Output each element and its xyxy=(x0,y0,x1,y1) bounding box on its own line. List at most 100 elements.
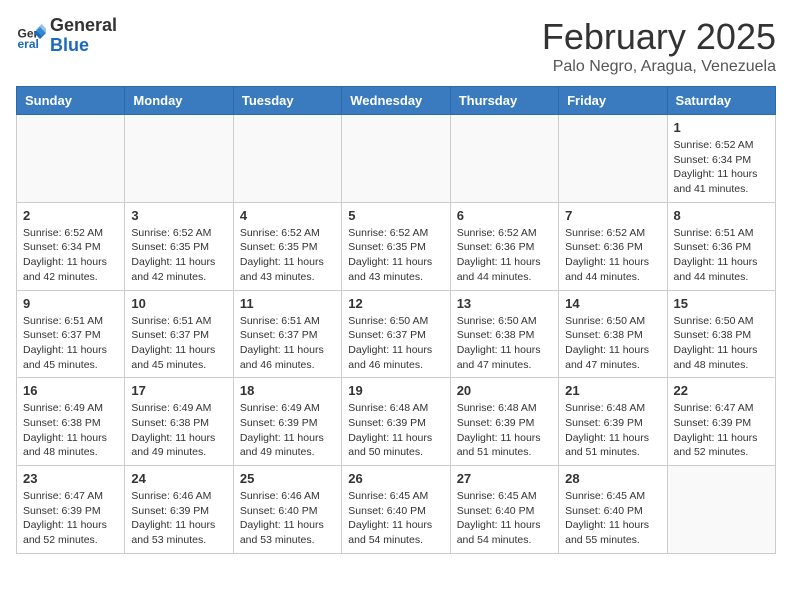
calendar-table: SundayMondayTuesdayWednesdayThursdayFrid… xyxy=(16,86,776,554)
calendar-cell: 10 Sunrise: 6:51 AM Sunset: 6:37 PM Dayli… xyxy=(125,290,233,378)
calendar-cell: 20 Sunrise: 6:48 AM Sunset: 6:39 PM Dayli… xyxy=(450,378,558,466)
calendar-cell: 23 Sunrise: 6:47 AM Sunset: 6:39 PM Dayli… xyxy=(17,466,125,554)
calendar-cell xyxy=(450,115,558,203)
calendar-cell: 12 Sunrise: 6:50 AM Sunset: 6:37 PM Dayli… xyxy=(342,290,450,378)
day-info: Sunrise: 6:46 AM Sunset: 6:39 PM Dayligh… xyxy=(131,489,226,548)
calendar-cell: 25 Sunrise: 6:46 AM Sunset: 6:40 PM Dayli… xyxy=(233,466,341,554)
day-number: 19 xyxy=(348,383,443,398)
day-info: Sunrise: 6:51 AM Sunset: 6:36 PM Dayligh… xyxy=(674,226,769,285)
logo-general-text: General xyxy=(50,16,117,36)
calendar-cell: 24 Sunrise: 6:46 AM Sunset: 6:39 PM Dayli… xyxy=(125,466,233,554)
calendar-cell: 17 Sunrise: 6:49 AM Sunset: 6:38 PM Dayli… xyxy=(125,378,233,466)
day-info: Sunrise: 6:50 AM Sunset: 6:37 PM Dayligh… xyxy=(348,314,443,373)
day-info: Sunrise: 6:52 AM Sunset: 6:36 PM Dayligh… xyxy=(565,226,660,285)
svg-text:eral: eral xyxy=(18,37,39,51)
week-row-2: 2 Sunrise: 6:52 AM Sunset: 6:34 PM Daylig… xyxy=(17,202,776,290)
day-info: Sunrise: 6:51 AM Sunset: 6:37 PM Dayligh… xyxy=(23,314,118,373)
day-info: Sunrise: 6:47 AM Sunset: 6:39 PM Dayligh… xyxy=(674,401,769,460)
calendar-cell: 1Sunrise: 6:52 AM Sunset: 6:34 PM Daylig… xyxy=(667,115,775,203)
calendar-cell: 2 Sunrise: 6:52 AM Sunset: 6:34 PM Daylig… xyxy=(17,202,125,290)
day-info: Sunrise: 6:52 AM Sunset: 6:34 PM Dayligh… xyxy=(23,226,118,285)
calendar-cell: 4Sunrise: 6:52 AM Sunset: 6:35 PM Daylig… xyxy=(233,202,341,290)
weekday-header-saturday: Saturday xyxy=(667,87,775,115)
calendar-cell: 26 Sunrise: 6:45 AM Sunset: 6:40 PM Dayli… xyxy=(342,466,450,554)
calendar-cell xyxy=(342,115,450,203)
day-info: Sunrise: 6:48 AM Sunset: 6:39 PM Dayligh… xyxy=(457,401,552,460)
day-number: 5 xyxy=(348,208,443,223)
day-number: 12 xyxy=(348,296,443,311)
weekday-header-wednesday: Wednesday xyxy=(342,87,450,115)
day-number: 8 xyxy=(674,208,769,223)
calendar-cell: 7 Sunrise: 6:52 AM Sunset: 6:36 PM Daylig… xyxy=(559,202,667,290)
calendar-cell: 3 Sunrise: 6:52 AM Sunset: 6:35 PM Daylig… xyxy=(125,202,233,290)
page-header: Gen eral General Blue February 2025 Palo… xyxy=(16,16,776,76)
day-number: 24 xyxy=(131,471,226,486)
day-info: Sunrise: 6:49 AM Sunset: 6:38 PM Dayligh… xyxy=(23,401,118,460)
month-title: February 2025 xyxy=(542,16,776,58)
weekday-header-tuesday: Tuesday xyxy=(233,87,341,115)
day-info: Sunrise: 6:51 AM Sunset: 6:37 PM Dayligh… xyxy=(131,314,226,373)
day-info: Sunrise: 6:48 AM Sunset: 6:39 PM Dayligh… xyxy=(348,401,443,460)
day-info: Sunrise: 6:52 AM Sunset: 6:34 PM Dayligh… xyxy=(674,138,769,197)
weekday-header-sunday: Sunday xyxy=(17,87,125,115)
calendar-cell: 21 Sunrise: 6:48 AM Sunset: 6:39 PM Dayli… xyxy=(559,378,667,466)
logo-icon: Gen eral xyxy=(16,21,46,51)
weekday-header-monday: Monday xyxy=(125,87,233,115)
day-info: Sunrise: 6:52 AM Sunset: 6:36 PM Dayligh… xyxy=(457,226,552,285)
day-number: 23 xyxy=(23,471,118,486)
day-number: 3 xyxy=(131,208,226,223)
day-info: Sunrise: 6:48 AM Sunset: 6:39 PM Dayligh… xyxy=(565,401,660,460)
day-number: 14 xyxy=(565,296,660,311)
day-number: 22 xyxy=(674,383,769,398)
calendar-cell: 28Sunrise: 6:45 AM Sunset: 6:40 PM Dayli… xyxy=(559,466,667,554)
day-number: 17 xyxy=(131,383,226,398)
calendar-cell: 14Sunrise: 6:50 AM Sunset: 6:38 PM Dayli… xyxy=(559,290,667,378)
calendar-cell: 16 Sunrise: 6:49 AM Sunset: 6:38 PM Dayli… xyxy=(17,378,125,466)
day-info: Sunrise: 6:50 AM Sunset: 6:38 PM Dayligh… xyxy=(457,314,552,373)
day-number: 16 xyxy=(23,383,118,398)
week-row-1: 1Sunrise: 6:52 AM Sunset: 6:34 PM Daylig… xyxy=(17,115,776,203)
calendar-cell xyxy=(667,466,775,554)
day-number: 2 xyxy=(23,208,118,223)
day-number: 21 xyxy=(565,383,660,398)
day-number: 28 xyxy=(565,471,660,486)
day-number: 18 xyxy=(240,383,335,398)
day-info: Sunrise: 6:45 AM Sunset: 6:40 PM Dayligh… xyxy=(348,489,443,548)
calendar-cell xyxy=(233,115,341,203)
weekday-header-thursday: Thursday xyxy=(450,87,558,115)
calendar-cell: 11Sunrise: 6:51 AM Sunset: 6:37 PM Dayli… xyxy=(233,290,341,378)
day-number: 11 xyxy=(240,296,335,311)
calendar-cell: 15 Sunrise: 6:50 AM Sunset: 6:38 PM Dayli… xyxy=(667,290,775,378)
weekday-header-row: SundayMondayTuesdayWednesdayThursdayFrid… xyxy=(17,87,776,115)
day-number: 25 xyxy=(240,471,335,486)
calendar-cell xyxy=(125,115,233,203)
calendar-cell: 22 Sunrise: 6:47 AM Sunset: 6:39 PM Dayli… xyxy=(667,378,775,466)
calendar-cell xyxy=(17,115,125,203)
location-title: Palo Negro, Aragua, Venezuela xyxy=(542,58,776,76)
day-number: 6 xyxy=(457,208,552,223)
day-info: Sunrise: 6:50 AM Sunset: 6:38 PM Dayligh… xyxy=(674,314,769,373)
calendar-cell xyxy=(559,115,667,203)
calendar-cell: 6 Sunrise: 6:52 AM Sunset: 6:36 PM Daylig… xyxy=(450,202,558,290)
day-number: 4 xyxy=(240,208,335,223)
day-number: 26 xyxy=(348,471,443,486)
day-info: Sunrise: 6:45 AM Sunset: 6:40 PM Dayligh… xyxy=(457,489,552,548)
day-number: 13 xyxy=(457,296,552,311)
day-info: Sunrise: 6:49 AM Sunset: 6:38 PM Dayligh… xyxy=(131,401,226,460)
calendar-cell: 13 Sunrise: 6:50 AM Sunset: 6:38 PM Dayli… xyxy=(450,290,558,378)
calendar-cell: 5Sunrise: 6:52 AM Sunset: 6:35 PM Daylig… xyxy=(342,202,450,290)
day-info: Sunrise: 6:52 AM Sunset: 6:35 PM Dayligh… xyxy=(131,226,226,285)
day-info: Sunrise: 6:46 AM Sunset: 6:40 PM Dayligh… xyxy=(240,489,335,548)
day-number: 20 xyxy=(457,383,552,398)
calendar-cell: 19 Sunrise: 6:48 AM Sunset: 6:39 PM Dayli… xyxy=(342,378,450,466)
day-number: 10 xyxy=(131,296,226,311)
day-number: 7 xyxy=(565,208,660,223)
calendar-cell: 27Sunrise: 6:45 AM Sunset: 6:40 PM Dayli… xyxy=(450,466,558,554)
calendar-cell: 8 Sunrise: 6:51 AM Sunset: 6:36 PM Daylig… xyxy=(667,202,775,290)
logo: Gen eral General Blue xyxy=(16,16,117,56)
day-number: 15 xyxy=(674,296,769,311)
logo-blue-text: Blue xyxy=(50,36,117,56)
week-row-4: 16 Sunrise: 6:49 AM Sunset: 6:38 PM Dayli… xyxy=(17,378,776,466)
day-info: Sunrise: 6:47 AM Sunset: 6:39 PM Dayligh… xyxy=(23,489,118,548)
logo-text: General Blue xyxy=(50,16,117,56)
